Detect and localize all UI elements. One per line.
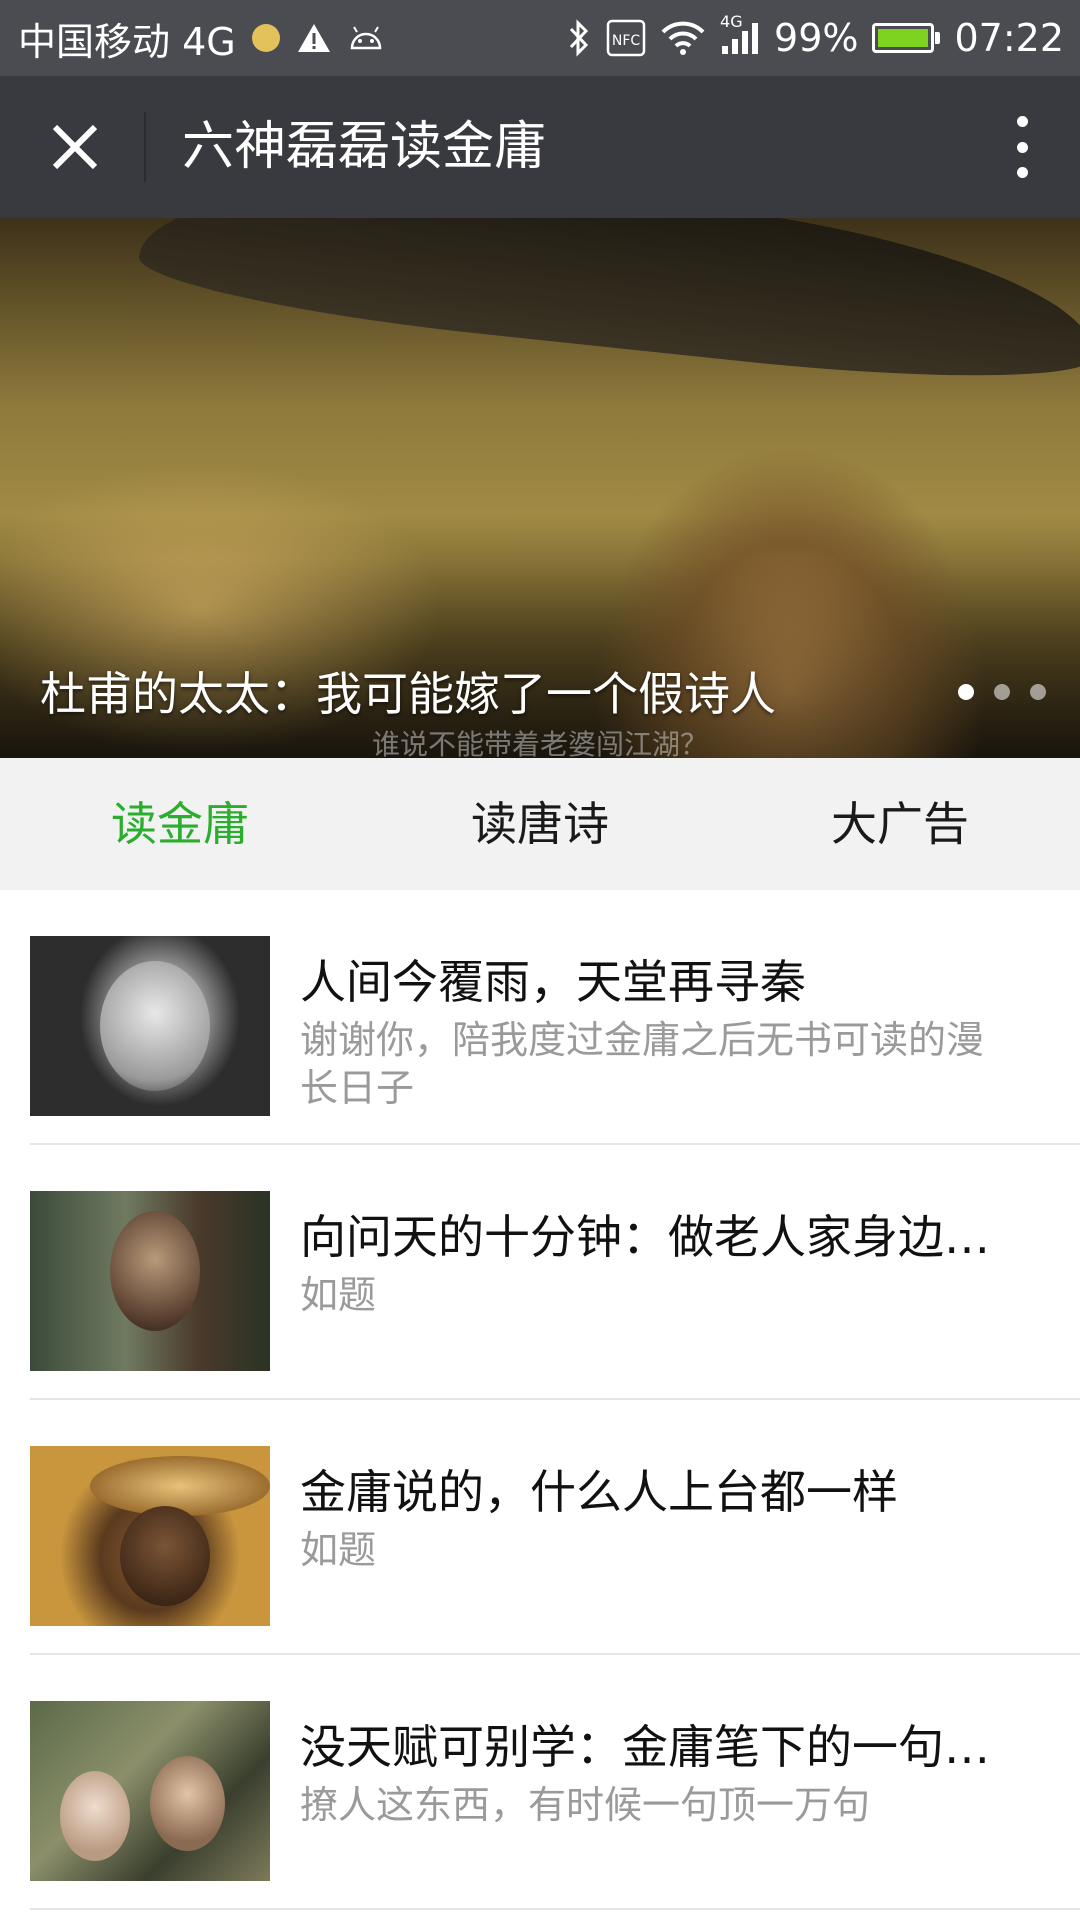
article-thumbnail: [30, 1701, 270, 1881]
carousel-dot[interactable]: [1030, 684, 1046, 700]
network-badge: 4G: [720, 12, 743, 31]
banner-image: [134, 218, 1080, 398]
carrier-label: 中国移动 4G: [18, 19, 236, 64]
nfc-label: NFC: [612, 33, 641, 49]
tab-big-ad[interactable]: 大广告: [720, 758, 1080, 890]
warning-icon: [296, 22, 332, 54]
notification-dot-icon: [251, 24, 280, 52]
close-button[interactable]: [40, 112, 110, 182]
banner-subtitle: 谁说不能带着老婆闯江湖？: [371, 728, 708, 758]
carousel-dot[interactable]: [958, 684, 974, 700]
article-title: 金庸说的，什么人上台都一样: [300, 1465, 898, 1519]
nfc-icon: NFC: [606, 19, 646, 57]
wifi-icon: [660, 20, 706, 56]
title-divider: [144, 112, 146, 182]
battery-icon: [872, 23, 941, 53]
article-desc: 撩人这东西，有时候一句顶一万句: [300, 1783, 871, 1827]
bluetooth-icon: [566, 19, 592, 57]
banner-title[interactable]: 杜甫的太太：我可能嫁了一个假诗人: [40, 658, 776, 724]
article-desc: 谢谢你，陪我度过金庸之后无书可读的漫长日子: [300, 1018, 985, 1110]
clock: 07:22: [954, 16, 1064, 60]
divider: [30, 1908, 1080, 1910]
article-title: 人间今覆雨，天堂再寻秦: [300, 955, 806, 1009]
signal-icon: 4G: [720, 12, 760, 56]
more-dots-icon: [1016, 116, 1028, 127]
close-icon: [52, 124, 98, 170]
list-item[interactable]: 金庸说的，什么人上台都一样 如题: [0, 1400, 1080, 1655]
page-title: 六神磊磊读金庸: [182, 117, 547, 177]
tab-read-tang-poems[interactable]: 读唐诗: [360, 758, 720, 890]
article-desc: 如题: [300, 1528, 377, 1572]
article-thumbnail: [30, 936, 270, 1116]
carousel-indicator: [958, 684, 1046, 700]
article-title: 向问天的十分钟：做老人家身边…: [300, 1210, 990, 1264]
more-menu-button[interactable]: [1002, 112, 1042, 182]
article-thumbnail: [30, 1446, 270, 1626]
category-tabs: 读金庸 读唐诗 大广告: [0, 758, 1080, 890]
carousel-dot[interactable]: [994, 684, 1010, 700]
article-desc: 如题: [300, 1273, 377, 1317]
article-thumbnail: [30, 1191, 270, 1371]
android-icon: [348, 24, 384, 52]
list-item[interactable]: 人间今覆雨，天堂再寻秦 谢谢你，陪我度过金庸之后无书可读的漫长日子: [0, 890, 1080, 1145]
list-item[interactable]: 向问天的十分钟：做老人家身边… 如题: [0, 1145, 1080, 1400]
tab-read-jinyong[interactable]: 读金庸: [0, 758, 360, 890]
banner-carousel[interactable]: 杜甫的太太：我可能嫁了一个假诗人 谁说不能带着老婆闯江湖？: [0, 218, 1080, 758]
status-bar: 中国移动 4G NFC 4G 99% 07:22: [0, 0, 1080, 76]
list-item[interactable]: 没天赋可别学：金庸笔下的一句… 撩人这东西，有时候一句顶一万句: [0, 1655, 1080, 1910]
battery-percent: 99%: [774, 16, 859, 60]
title-bar: 六神磊磊读金庸: [0, 76, 1080, 218]
article-title: 没天赋可别学：金庸笔下的一句…: [300, 1720, 990, 1774]
article-list: 人间今覆雨，天堂再寻秦 谢谢你，陪我度过金庸之后无书可读的漫长日子 向问天的十分…: [0, 890, 1080, 1910]
